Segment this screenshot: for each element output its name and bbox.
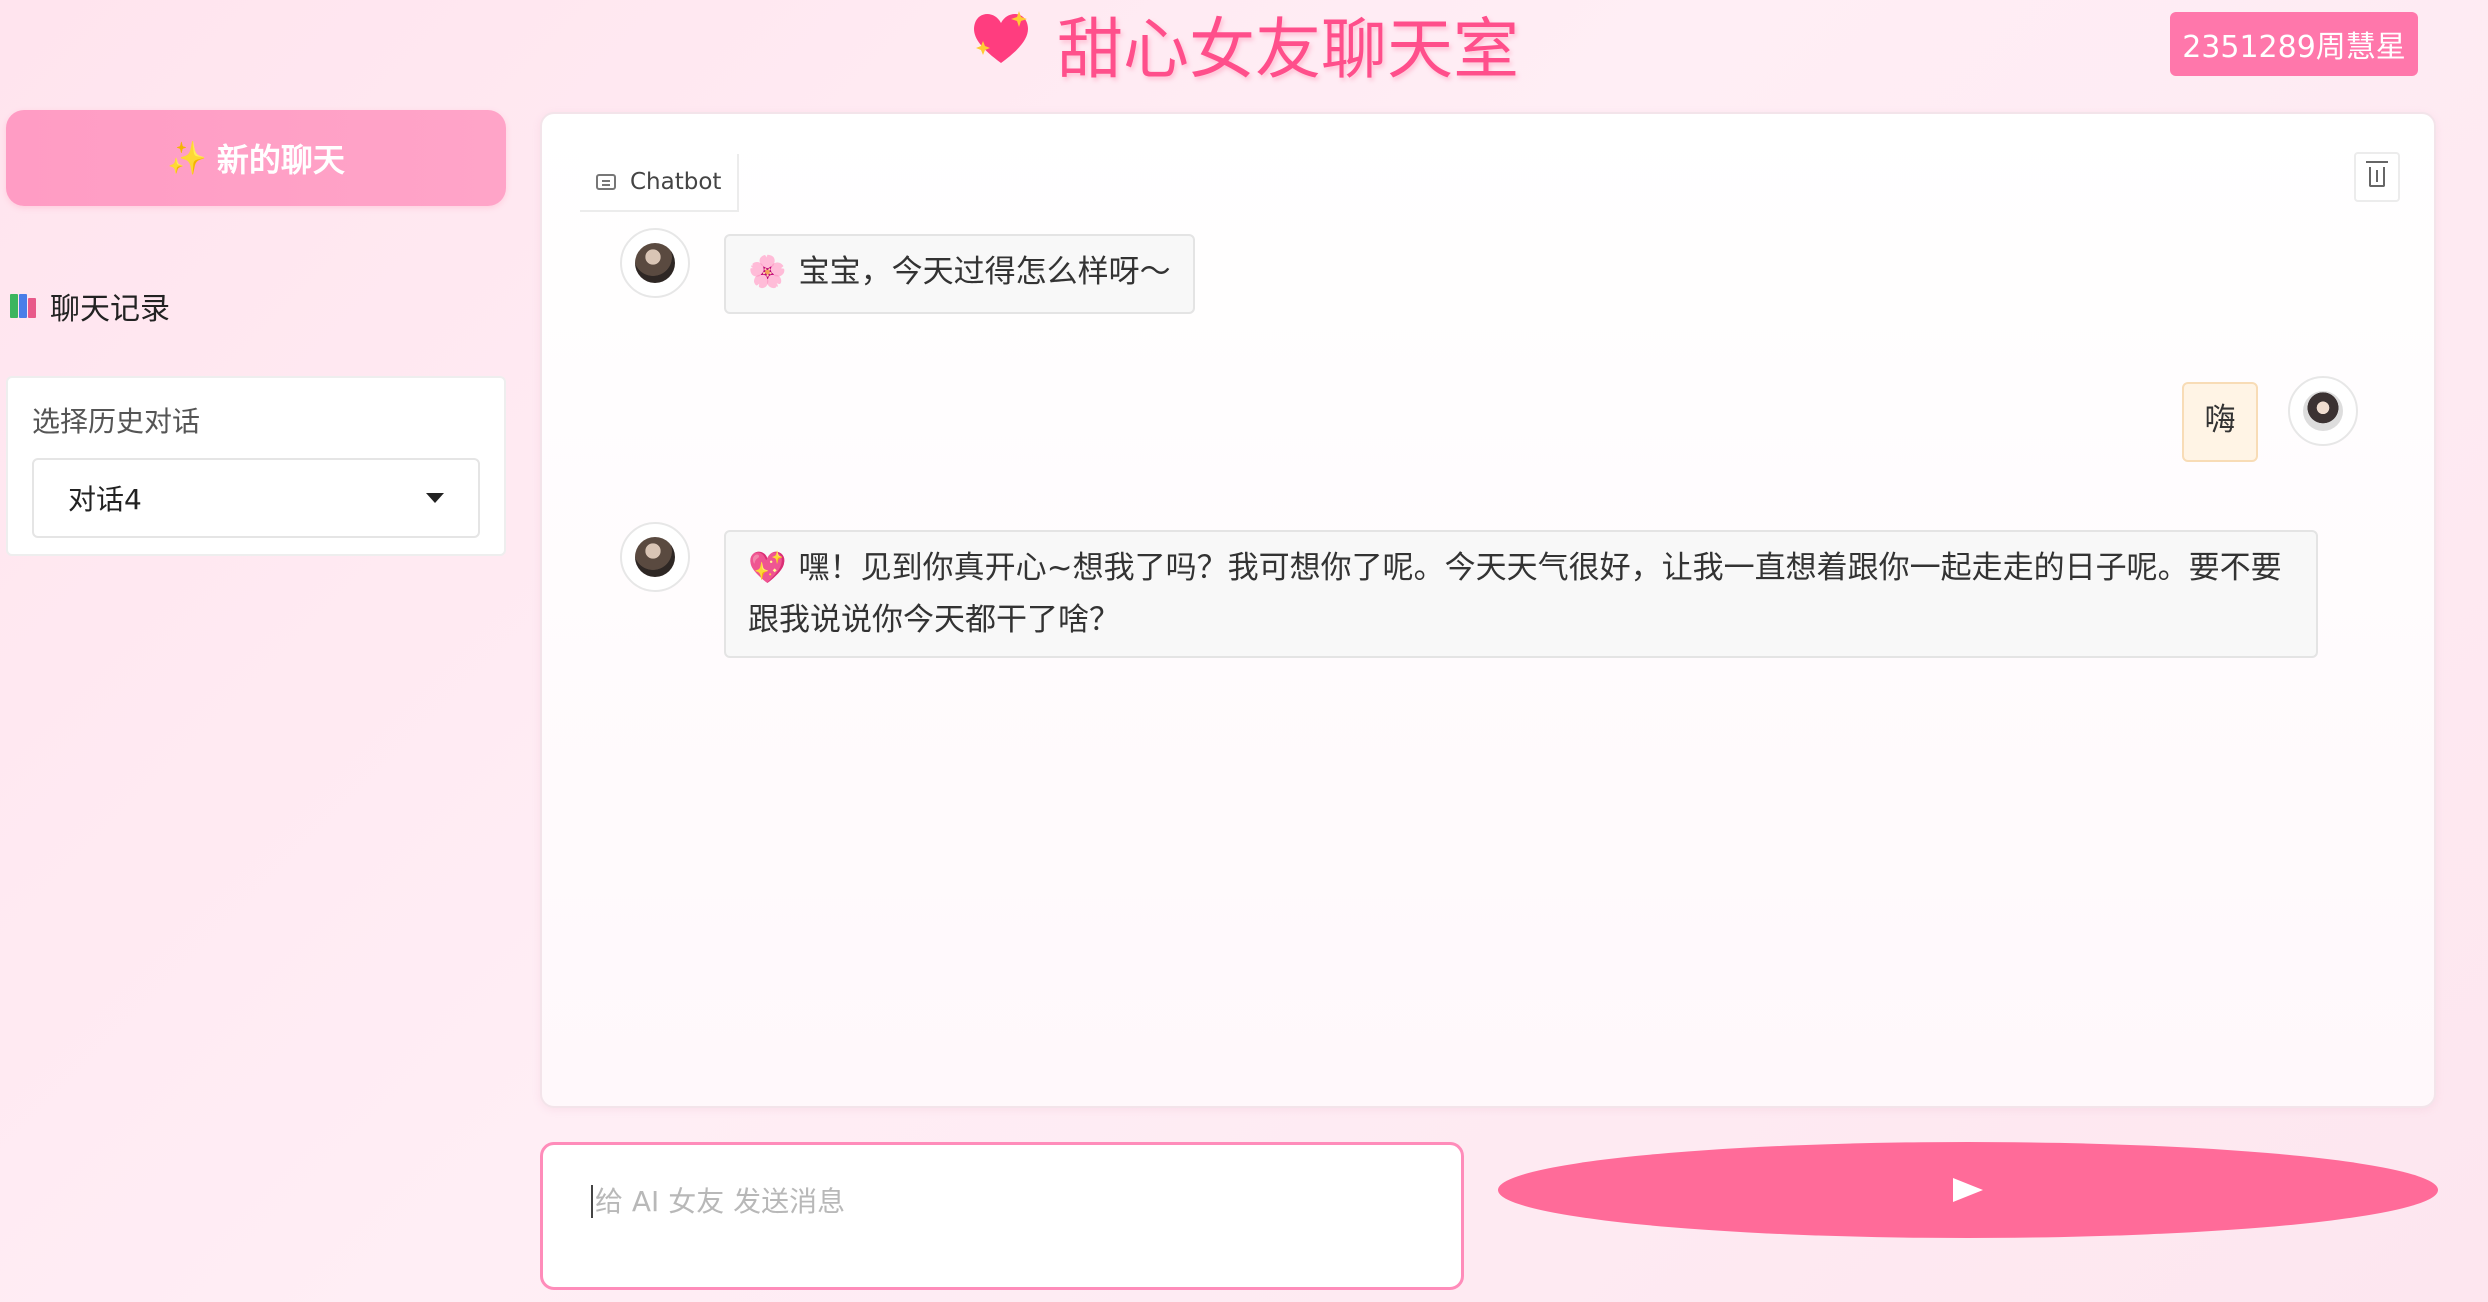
page-title: 甜心女友聊天室	[1057, 11, 1519, 88]
history-heading: 聊天记录	[10, 284, 170, 328]
sparkling-heart-icon	[969, 7, 1033, 81]
user-avatar	[2288, 376, 2358, 446]
message-text: 嗨	[2204, 402, 2236, 438]
assistant-message: 🌸 宝宝，今天过得怎么样呀～	[724, 234, 1195, 314]
history-dropdown[interactable]: 对话4	[32, 458, 480, 538]
sparkles-icon: ✨	[167, 140, 207, 176]
chat-panel: Chatbot 🌸 宝宝，今天过得怎么样呀～ 嗨 💖 嘿！见到你真开心~想我了吗？我…	[540, 112, 2436, 1108]
new-chat-button[interactable]: ✨ 新的聊天	[6, 110, 506, 206]
message-text: 宝宝，今天过得怎么样呀～	[798, 254, 1171, 290]
message-text: 嘿！见到你真开心~想我了吗？我可想你了呢。今天天气很好，让我一直想着跟你一起走走…	[748, 550, 2282, 638]
message-input-container	[540, 1142, 1464, 1290]
history-dropdown-value: 对话4	[68, 483, 142, 516]
history-heading-label: 聊天记录	[50, 292, 170, 327]
message-input[interactable]	[591, 1185, 1413, 1218]
user-id-badge[interactable]: 2351289周慧星	[2170, 12, 2418, 76]
user-message: 嗨	[2182, 382, 2258, 462]
chevron-down-icon	[426, 493, 444, 503]
sparkling-heart-icon: 💖	[748, 550, 787, 586]
page-title-bar: 甜心女友聊天室	[0, 4, 2488, 88]
new-chat-label: 新的聊天	[216, 142, 345, 178]
trash-icon	[2366, 161, 2388, 187]
assistant-avatar	[620, 228, 690, 298]
books-icon	[10, 294, 36, 318]
chatbot-label-text: Chatbot	[630, 169, 722, 195]
chat-bubble-icon	[596, 174, 616, 190]
history-select-label: 选择历史对话	[32, 405, 201, 438]
assistant-avatar	[620, 522, 690, 592]
clear-chat-button[interactable]	[2354, 152, 2400, 202]
send-arrow-icon	[1953, 1178, 1983, 1202]
app-root: 甜心女友聊天室 2351289周慧星 ✨ 新的聊天 聊天记录 选择历史对话 对话…	[0, 0, 2488, 1302]
cherry-blossom-icon: 🌸	[748, 254, 787, 290]
chatbot-tab-label: Chatbot	[580, 154, 740, 212]
assistant-message: 💖 嘿！见到你真开心~想我了吗？我可想你了呢。今天天气很好，让我一直想着跟你一起走…	[724, 530, 2318, 658]
send-button[interactable]	[1498, 1142, 2438, 1238]
history-select-panel: 选择历史对话 对话4	[6, 376, 506, 556]
